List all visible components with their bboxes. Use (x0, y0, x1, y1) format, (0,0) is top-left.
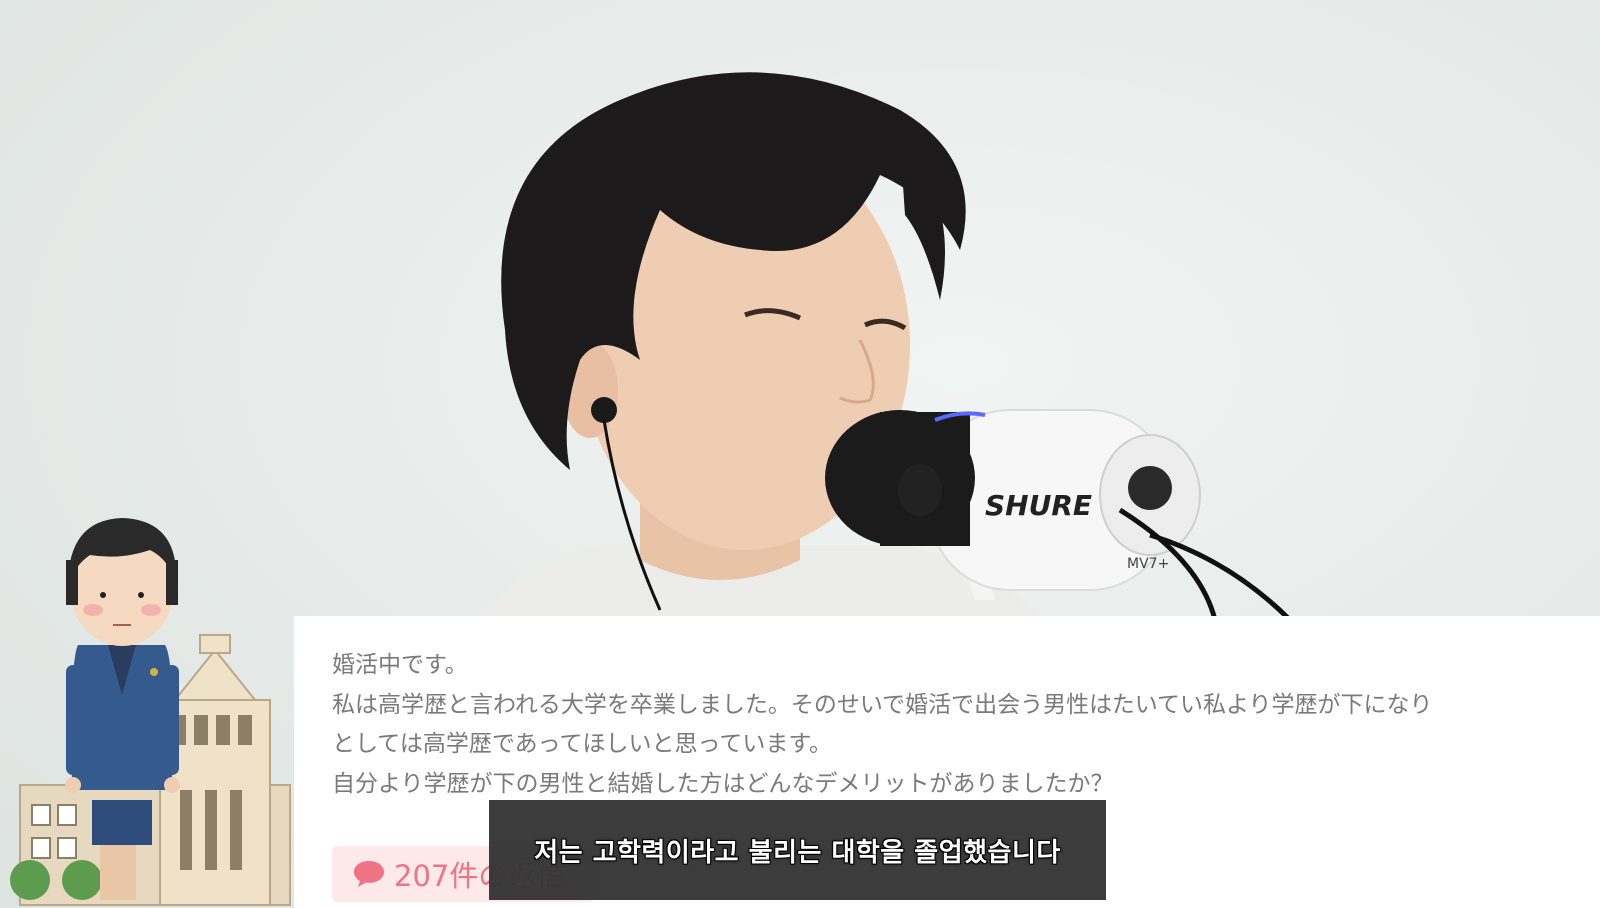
post-line: 私は高学歴と言われる大学を卒業しました。そのせいで婚活で出会う男性はたいてい私よ… (332, 691, 1433, 718)
video-frame: SHURE MV7+ 婚活中です。 私は高学歴と言われる大学を卒業しました。その… (0, 0, 1600, 908)
mic-model-label: MV7+ (1127, 556, 1169, 572)
post-body: 婚活中です。 私は高学歴と言われる大学を卒業しました。そのせいで婚活で出会う男性… (332, 646, 1600, 804)
post-line: としては高学歴であってほしいと思っています。 (332, 731, 833, 757)
subtitle-caption: 저는 고학력이라고 불리는 대학을 졸업했습니다 (489, 800, 1106, 900)
mic-brand-label: SHURE (985, 489, 1092, 522)
post-line: 自分より学歴が下の男性と結婚した方はどんなデメリットがありましたか？ (332, 770, 1114, 797)
politician-illustration (10, 518, 291, 906)
post-line: 婚活中です。 (332, 652, 468, 678)
speech-bubble-icon (354, 861, 384, 887)
subtitle-text: 저는 고학력이라고 불리는 대학을 졸업했습니다 (534, 837, 1061, 868)
